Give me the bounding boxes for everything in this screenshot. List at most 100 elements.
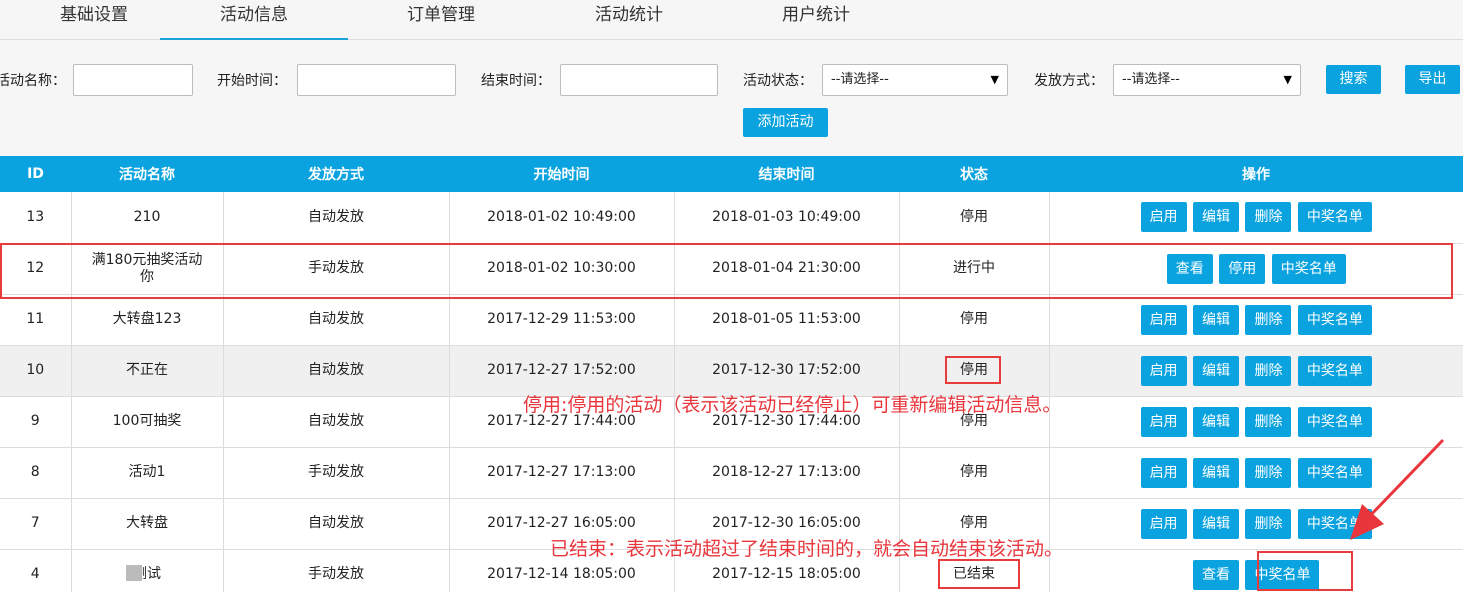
cell-id: 10 <box>0 345 72 397</box>
end-time-input[interactable] <box>560 64 718 96</box>
activity-status-select[interactable]: --请选择-- ▼ <box>822 64 1008 96</box>
cell-actions: 启用 编辑 删除 中奖名单 <box>1049 294 1463 346</box>
header-actions: 操作 <box>1049 156 1463 192</box>
cell-method: 手动发放 <box>223 447 450 499</box>
view-button[interactable]: 查看 <box>1166 253 1213 284</box>
cell-start: 2017-12-27 17:52:00 <box>449 345 675 397</box>
search-button[interactable]: 搜索 <box>1326 65 1381 94</box>
table-row: 13 210 自动发放 2018-01-02 10:49:00 2018-01-… <box>0 192 1463 244</box>
edit-button[interactable]: 编辑 <box>1193 406 1240 437</box>
delete-button[interactable]: 删除 <box>1245 457 1292 488</box>
cell-actions: 启用 编辑 删除 中奖名单 <box>1049 498 1463 550</box>
cell-name: 大转盘 <box>71 498 224 550</box>
cell-name: 测试 <box>71 549 224 592</box>
delete-button[interactable]: 删除 <box>1245 406 1292 437</box>
cell-actions: 启用 编辑 删除 中奖名单 <box>1049 345 1463 397</box>
dropdown-arrow-icon: ▼ <box>990 73 999 86</box>
header-status: 状态 <box>899 156 1049 192</box>
delete-button[interactable]: 删除 <box>1245 508 1292 539</box>
cell-actions: 查看 中奖名单 <box>1049 549 1463 592</box>
winners-list-button[interactable]: 中奖名单 <box>1245 559 1320 590</box>
dropdown-arrow-icon: ▼ <box>1283 73 1292 86</box>
cell-end: 2018-01-05 11:53:00 <box>674 294 900 346</box>
winners-list-button[interactable]: 中奖名单 <box>1297 457 1372 488</box>
activity-status-label: 活动状态： <box>743 73 813 89</box>
winners-list-button[interactable]: 中奖名单 <box>1297 355 1372 386</box>
cell-status: 停用 <box>899 447 1050 499</box>
cell-status: 停用 <box>899 192 1050 244</box>
cell-start: 2018-01-02 10:30:00 <box>449 243 675 295</box>
cell-end: 2018-01-04 21:30:00 <box>674 243 900 295</box>
cell-method: 自动发放 <box>223 345 450 397</box>
cell-method: 手动发放 <box>223 549 450 592</box>
delete-button[interactable]: 删除 <box>1245 202 1292 233</box>
edit-button[interactable]: 编辑 <box>1193 202 1240 233</box>
cell-start: 2017-12-29 11:53:00 <box>449 294 675 346</box>
cell-id: 11 <box>0 294 72 346</box>
header-method: 发放方式 <box>223 156 449 192</box>
add-activity-button[interactable]: 添加活动 <box>743 108 828 137</box>
delete-button[interactable]: 删除 <box>1245 355 1292 386</box>
cell-name: 活动1 <box>71 447 224 499</box>
enable-button[interactable]: 启用 <box>1140 304 1187 335</box>
winners-list-button[interactable]: 中奖名单 <box>1297 406 1372 437</box>
cell-name: 大转盘123 <box>71 294 224 346</box>
annotation-note-ended: 已结束：表示活动超过了结束时间的，就会自动结束该活动。 <box>550 538 1064 560</box>
cell-id: 12 <box>0 243 72 295</box>
redaction-block <box>126 565 142 581</box>
edit-button[interactable]: 编辑 <box>1193 508 1240 539</box>
delete-button[interactable]: 删除 <box>1245 304 1292 335</box>
winners-list-button[interactable]: 中奖名单 <box>1297 202 1372 233</box>
tab-bar: 基础设置 活动信息 订单管理 活动统计 用户统计 <box>0 0 1463 40</box>
table-row: 12 满180元抽奖活动你 手动发放 2018-01-02 10:30:00 2… <box>0 243 1463 295</box>
cell-id: 13 <box>0 192 72 244</box>
cell-status: 进行中 <box>899 243 1050 295</box>
edit-button[interactable]: 编辑 <box>1193 457 1240 488</box>
disable-button[interactable]: 停用 <box>1219 253 1266 284</box>
table-header-row: ID 活动名称 发放方式 开始时间 结束时间 状态 操作 <box>0 156 1463 192</box>
header-id: ID <box>0 156 71 192</box>
cell-name: 100可抽奖 <box>71 396 224 448</box>
enable-button[interactable]: 启用 <box>1140 355 1187 386</box>
edit-button[interactable]: 编辑 <box>1193 304 1240 335</box>
tab-activity-info[interactable]: 活动信息 <box>160 0 348 40</box>
header-start: 开始时间 <box>449 156 674 192</box>
issue-method-value: --请选择-- <box>1122 72 1180 87</box>
cell-method: 手动发放 <box>223 243 450 295</box>
enable-button[interactable]: 启用 <box>1140 508 1187 539</box>
winners-list-button[interactable]: 中奖名单 <box>1297 508 1372 539</box>
cell-method: 自动发放 <box>223 192 450 244</box>
activity-table: ID 活动名称 发放方式 开始时间 结束时间 状态 操作 13 210 自动发放… <box>0 156 1463 592</box>
enable-button[interactable]: 启用 <box>1140 202 1187 233</box>
activity-name-input[interactable] <box>73 64 193 96</box>
tab-order-management[interactable]: 订单管理 <box>347 0 535 40</box>
cell-actions: 启用 编辑 删除 中奖名单 <box>1049 447 1463 499</box>
cell-id: 8 <box>0 447 72 499</box>
header-name: 活动名称 <box>71 156 223 192</box>
tab-user-stats[interactable]: 用户统计 <box>722 0 910 40</box>
winners-list-button[interactable]: 中奖名单 <box>1271 253 1346 284</box>
issue-method-select[interactable]: --请选择-- ▼ <box>1113 64 1301 96</box>
header-end: 结束时间 <box>674 156 899 192</box>
edit-button[interactable]: 编辑 <box>1193 355 1240 386</box>
enable-button[interactable]: 启用 <box>1140 457 1187 488</box>
cell-status: 停用 <box>899 345 1050 397</box>
enable-button[interactable]: 启用 <box>1140 406 1187 437</box>
cell-start: 2017-12-27 17:13:00 <box>449 447 675 499</box>
table-row: 11 大转盘123 自动发放 2017-12-29 11:53:00 2018-… <box>0 294 1463 346</box>
winners-list-button[interactable]: 中奖名单 <box>1297 304 1372 335</box>
cell-actions: 启用 编辑 删除 中奖名单 <box>1049 192 1463 244</box>
cell-actions: 查看 停用 中奖名单 <box>1049 243 1463 295</box>
cell-actions: 启用 编辑 删除 中奖名单 <box>1049 396 1463 448</box>
export-button[interactable]: 导出 <box>1405 65 1460 94</box>
start-time-input[interactable] <box>297 64 456 96</box>
cell-id: 9 <box>0 396 72 448</box>
tab-activity-stats[interactable]: 活动统计 <box>535 0 723 40</box>
table-row: 10 不正在 自动发放 2017-12-27 17:52:00 2017-12-… <box>0 345 1463 397</box>
cell-method: 自动发放 <box>223 498 450 550</box>
view-button[interactable]: 查看 <box>1193 559 1240 590</box>
activity-status-value: --请选择-- <box>831 72 889 87</box>
issue-method-label: 发放方式： <box>1034 73 1104 89</box>
cell-status: 停用 <box>899 294 1050 346</box>
cell-end: 2017-12-30 17:52:00 <box>674 345 900 397</box>
